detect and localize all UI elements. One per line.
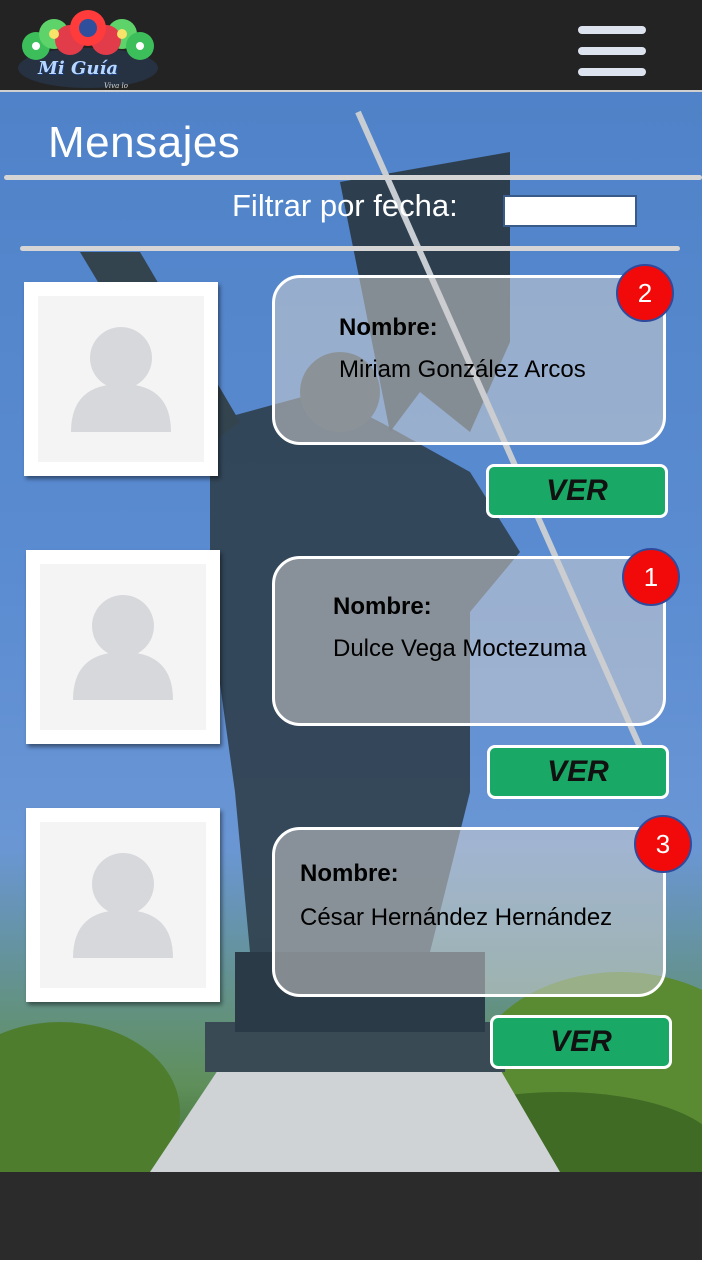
unread-count-badge: 3 (634, 815, 692, 873)
unread-count-badge: 1 (622, 548, 680, 606)
sender-name: Miriam González Arcos (339, 356, 586, 383)
date-filter-input[interactable] (503, 195, 637, 227)
app-logo[interactable]: Mi Guía Viva lo Histórico (14, 6, 162, 98)
name-label: Nombre: (339, 314, 438, 341)
view-message-button[interactable]: VER (490, 1015, 672, 1069)
messages-content: Mensajes Filtrar por fecha: Nombre: Miri… (0, 92, 702, 1172)
top-nav-bar: Mi Guía Viva lo Histórico (0, 0, 702, 98)
name-label: Nombre: (300, 860, 399, 887)
user-placeholder-icon (71, 327, 171, 432)
menu-line (578, 47, 646, 55)
menu-line (578, 68, 646, 76)
sender-name: Dulce Vega Moctezuma (333, 635, 587, 662)
logo-text: Mi Guía (38, 58, 118, 79)
filter-divider (20, 246, 680, 251)
date-filter-label: Filtrar por fecha: (232, 188, 458, 223)
message-card[interactable]: Nombre: César Hernández Hernández (272, 827, 666, 997)
bottom-bar (0, 1172, 702, 1260)
avatar (24, 282, 218, 476)
menu-line (578, 26, 646, 34)
message-card[interactable]: Nombre: Dulce Vega Moctezuma (272, 556, 666, 726)
user-placeholder-icon (73, 595, 173, 700)
view-message-button[interactable]: VER (487, 745, 669, 799)
avatar (26, 808, 220, 1002)
user-placeholder-icon (73, 853, 173, 958)
name-label: Nombre: (333, 593, 432, 620)
title-divider (4, 175, 702, 180)
view-message-button[interactable]: VER (486, 464, 668, 518)
page-title: Mensajes (48, 118, 241, 167)
unread-count-badge: 2 (616, 264, 674, 322)
sender-name: César Hernández Hernández (300, 904, 613, 931)
avatar (26, 550, 220, 744)
message-card[interactable]: Nombre: Miriam González Arcos (272, 275, 666, 445)
hamburger-menu-icon[interactable] (574, 24, 650, 78)
